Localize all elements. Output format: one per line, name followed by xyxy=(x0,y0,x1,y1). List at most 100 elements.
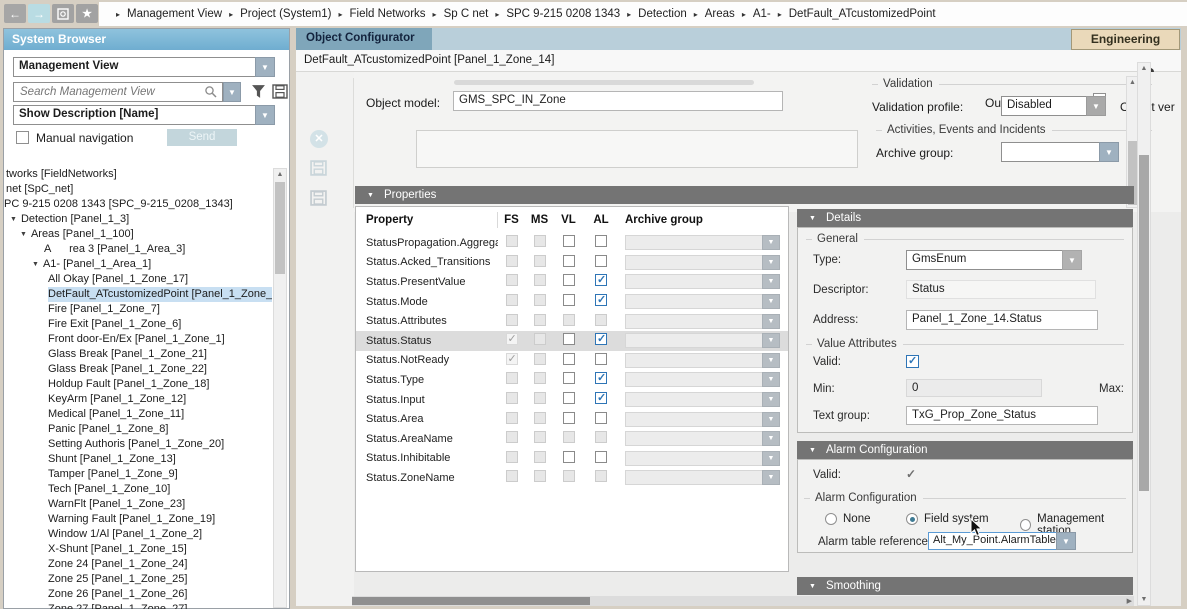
archive-group-row-dropdown[interactable]: ▼ xyxy=(625,235,780,250)
archive-group-row-dropdown[interactable]: ▼ xyxy=(625,431,780,446)
property-row[interactable]: Status.PresentValue▼ xyxy=(356,272,788,292)
column-header[interactable]: Property xyxy=(356,212,498,228)
dropdown-arrow-icon[interactable]: ▼ xyxy=(255,105,275,125)
tree-item[interactable]: ▼Areas [Panel_1_100] xyxy=(4,227,272,242)
archive-group-row-dropdown[interactable]: ▼ xyxy=(625,451,780,466)
checkbox-al[interactable] xyxy=(595,353,607,365)
archive-group-row-dropdown[interactable]: ▼ xyxy=(625,470,780,485)
back-button[interactable]: ← xyxy=(4,4,26,23)
archive-group-row-dropdown[interactable]: ▼ xyxy=(625,274,780,289)
horizontal-scrollbar-thumb[interactable] xyxy=(352,597,590,605)
checkbox-al[interactable] xyxy=(595,274,607,286)
search-field[interactable] xyxy=(13,82,223,102)
tree-item[interactable]: Window 1/Al [Panel_1_Zone_2] xyxy=(4,527,272,542)
send-button[interactable]: Send xyxy=(167,129,237,146)
description-mode-dropdown[interactable]: Show Description [Name] ▼ xyxy=(13,105,275,125)
checkbox-al[interactable] xyxy=(595,294,607,306)
dropdown-arrow-icon[interactable]: ▼ xyxy=(762,255,780,270)
favorites-button[interactable]: ★ xyxy=(76,4,98,23)
breadcrumb-item[interactable]: Detection xyxy=(638,8,687,20)
dropdown-arrow-icon[interactable]: ▼ xyxy=(1056,532,1076,550)
property-row[interactable]: Status.Type▼ xyxy=(356,370,788,390)
tree-item[interactable]: WarnFlt [Panel_1_Zone_23] xyxy=(4,497,272,512)
dropdown-arrow-icon[interactable]: ▼ xyxy=(762,431,780,446)
search-options-dropdown[interactable]: ▼ xyxy=(223,82,241,102)
tree-item[interactable]: Tech [Panel_1_Zone_10] xyxy=(4,482,272,497)
scroll-handle[interactable] xyxy=(454,80,754,85)
dropdown-arrow-icon[interactable]: ▼ xyxy=(762,333,780,348)
text-group-input[interactable]: TxG_Prop_Zone_Status xyxy=(906,406,1098,425)
tree-item[interactable]: PC 9-215 0208 1343 [SPC_9-215_0208_1343] xyxy=(4,197,272,212)
dropdown-arrow-icon[interactable]: ▼ xyxy=(762,235,780,250)
archive-group-row-dropdown[interactable]: ▼ xyxy=(625,372,780,387)
view-selector-dropdown[interactable]: Management View ▼ xyxy=(13,57,275,77)
alarm-table-reference-dropdown[interactable]: Alt_My_Point.AlarmTable ▼ xyxy=(928,532,1076,550)
radio-selected-icon[interactable] xyxy=(906,513,918,525)
dropdown-arrow-icon[interactable]: ▼ xyxy=(1062,250,1082,270)
archive-group-row-dropdown[interactable]: ▼ xyxy=(625,255,780,270)
save-icon[interactable] xyxy=(310,160,327,176)
checkbox-fs[interactable] xyxy=(506,333,518,345)
tree-item[interactable]: ▼A1- [Panel_1_Area_1] xyxy=(4,257,272,272)
main-horizontal-scrollbar[interactable]: ▶ xyxy=(352,596,1134,606)
archive-group-row-dropdown[interactable]: ▼ xyxy=(625,353,780,368)
checkbox-vl[interactable] xyxy=(563,235,575,247)
checkbox-fs[interactable] xyxy=(506,353,518,365)
save-search-icon[interactable] xyxy=(272,84,288,99)
column-header[interactable]: MS xyxy=(525,214,554,226)
valid-checkbox[interactable] xyxy=(906,355,919,368)
breadcrumb-item[interactable]: Sp C net xyxy=(444,8,489,20)
property-row[interactable]: Status.AreaName▼ xyxy=(356,429,788,449)
checkbox-vl[interactable] xyxy=(563,333,575,345)
tree-item[interactable]: Front door-En/Ex [Panel_1_Zone_1] xyxy=(4,332,272,347)
breadcrumb-item[interactable]: Areas xyxy=(705,8,735,20)
dropdown-arrow-icon[interactable]: ▼ xyxy=(1099,142,1119,162)
history-button[interactable] xyxy=(52,4,74,23)
checkbox-al[interactable] xyxy=(595,372,607,384)
property-row[interactable]: Status.Acked_Transitions▼ xyxy=(356,253,788,273)
column-header[interactable]: FS xyxy=(498,214,525,226)
checkbox-vl[interactable] xyxy=(563,274,575,286)
checkbox-al[interactable] xyxy=(595,235,607,247)
checkbox-al[interactable] xyxy=(595,392,607,404)
checkbox-vl[interactable] xyxy=(563,392,575,404)
min-input[interactable]: 0 xyxy=(906,379,1042,397)
dropdown-arrow-icon[interactable]: ▼ xyxy=(255,57,275,77)
manual-navigation-checkbox[interactable] xyxy=(16,131,29,144)
checkbox-vl[interactable] xyxy=(563,451,575,463)
scroll-right-icon[interactable]: ▶ xyxy=(1127,597,1132,605)
dropdown-arrow-icon[interactable]: ▼ xyxy=(762,353,780,368)
tree-item[interactable]: net [SpC_net] xyxy=(4,182,272,197)
descriptor-field[interactable]: Status xyxy=(906,280,1096,299)
breadcrumb-item[interactable]: Field Networks xyxy=(349,8,425,20)
radio-icon[interactable] xyxy=(825,513,837,525)
dropdown-arrow-icon[interactable]: ▼ xyxy=(762,392,780,407)
property-row[interactable]: Status.Input▼ xyxy=(356,390,788,410)
archive-group-dropdown[interactable]: ▼ xyxy=(1001,142,1119,162)
dropdown-arrow-icon[interactable]: ▼ xyxy=(762,372,780,387)
main-scrollbar-thumb[interactable] xyxy=(1139,155,1149,491)
tree-item[interactable]: All Okay [Panel_1_Zone_17] xyxy=(4,272,272,287)
checkbox-vl[interactable] xyxy=(563,412,575,424)
archive-group-row-dropdown[interactable]: ▼ xyxy=(625,314,780,329)
tree-item[interactable]: Zone 25 [Panel_1_Zone_25] xyxy=(4,572,272,587)
tree-item[interactable]: Zone 24 [Panel_1_Zone_24] xyxy=(4,557,272,572)
filter-icon[interactable] xyxy=(251,84,266,99)
scroll-up-icon[interactable]: ▲ xyxy=(274,171,286,178)
breadcrumb-item[interactable]: SPC 9-215 0208 1343 xyxy=(506,8,620,20)
checkbox-al[interactable] xyxy=(595,412,607,424)
tree-item[interactable]: Setting Authoris [Panel_1_Zone_20] xyxy=(4,437,272,452)
tree-item[interactable]: Holdup Fault [Panel_1_Zone_18] xyxy=(4,377,272,392)
property-row[interactable]: Status.Mode▼ xyxy=(356,292,788,312)
tree-item[interactable]: Medical [Panel_1_Zone_11] xyxy=(4,407,272,422)
dropdown-arrow-icon[interactable]: ▼ xyxy=(762,412,780,427)
details-section-header[interactable]: ▼ Details xyxy=(797,209,1133,227)
tree-expander-icon[interactable]: ▼ xyxy=(32,257,39,272)
discard-changes-icon[interactable]: ✕ xyxy=(310,130,328,148)
checkbox-al[interactable] xyxy=(595,451,607,463)
checkbox-vl[interactable] xyxy=(563,353,575,365)
archive-group-row-dropdown[interactable]: ▼ xyxy=(625,412,780,427)
tree-item[interactable]: Zone 26 [Panel_1_Zone_26] xyxy=(4,587,272,602)
checkbox-vl[interactable] xyxy=(563,294,575,306)
tree-item[interactable]: Tamper [Panel_1_Zone_9] xyxy=(4,467,272,482)
